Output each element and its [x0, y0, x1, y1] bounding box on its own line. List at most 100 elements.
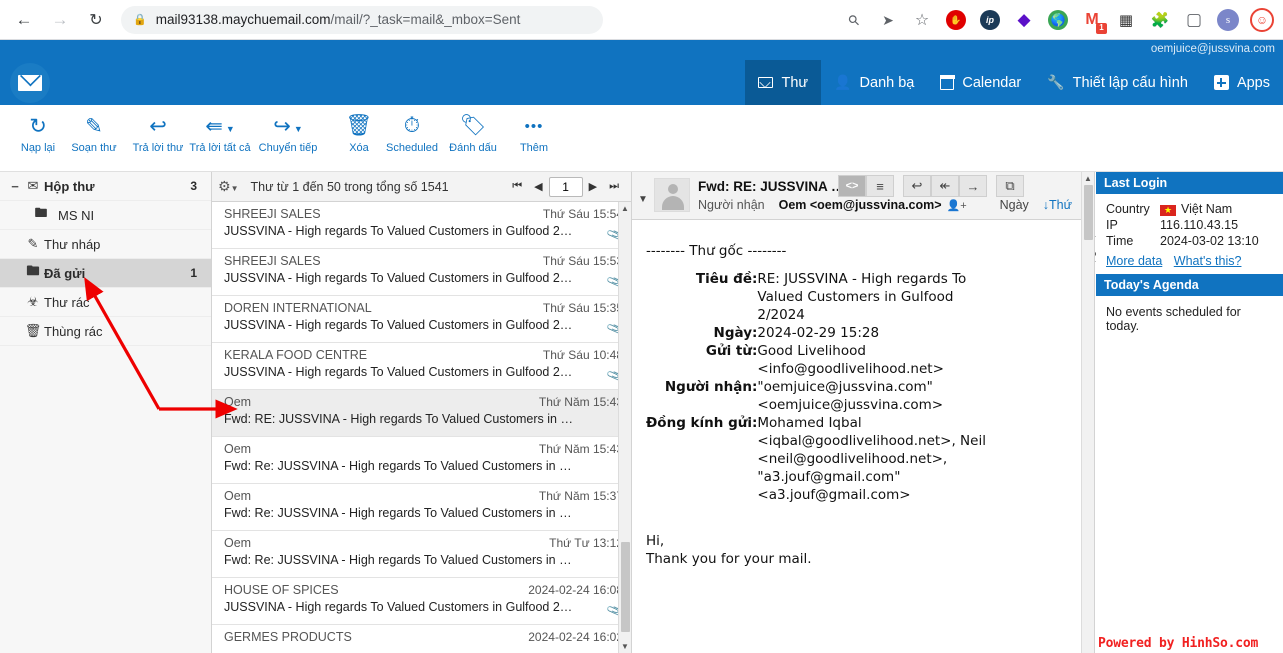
- inbox-unread-count: 3: [190, 179, 197, 193]
- browser-back-button[interactable]: ←: [9, 5, 39, 35]
- view-source-icon[interactable]: <>: [838, 175, 866, 197]
- user-profile-ring-icon[interactable]: ☺: [1249, 7, 1275, 33]
- drafts-pencil-icon: ✎: [27, 236, 39, 251]
- browser-reload-button[interactable]: ↻: [81, 5, 111, 35]
- nav-tab-settings[interactable]: 🔧 Thiết lập cấu hình: [1034, 60, 1201, 105]
- column-date[interactable]: Ngày: [1000, 198, 1029, 212]
- message-sender: HOUSE OF SPICES: [224, 583, 339, 597]
- sidebar-item-drafts[interactable]: ✎ Thư nháp: [0, 230, 211, 259]
- prev-page-button[interactable]: ◀: [528, 180, 548, 193]
- scrollbar-thumb[interactable]: [621, 542, 630, 632]
- message-list-scrollbar[interactable]: ▲ ▼: [618, 202, 631, 653]
- sidepanel-icon[interactable]: ▢: [1181, 7, 1207, 33]
- time-value: 2024-03-02 13:10: [1160, 234, 1259, 248]
- nav-tab-calendar-label: Calendar: [962, 74, 1022, 91]
- table-row[interactable]: Oem Thứ Tư 13:12 Fwd: Re: JUSSVINA - High…: [212, 531, 631, 578]
- key-icon[interactable]: ⚲: [841, 7, 867, 33]
- header-value-to: "oemjuice@jussvina.com" <oemjuice@jussvi…: [757, 379, 944, 413]
- header-key-subject: Tiêu đề:: [695, 271, 758, 287]
- add-contact-icon[interactable]: 👤+: [947, 199, 967, 212]
- table-row[interactable]: HOUSE OF SPICES 2024-02-24 16:08 JUSSVINA…: [212, 578, 631, 625]
- chevron-down-icon[interactable]: ▼: [638, 194, 648, 205]
- table-row: Ngày: 2024-02-29 15:28: [646, 324, 997, 342]
- message-subject: JUSSVINA - High regards To Valued Custom…: [224, 318, 573, 332]
- view-text-icon[interactable]: ≡: [866, 175, 894, 197]
- adblock-icon[interactable]: ✋: [943, 7, 969, 33]
- open-new-window-icon[interactable]: ⧉: [996, 175, 1024, 197]
- country-label: Country: [1106, 202, 1150, 216]
- forward-arrow-icon: →: [51, 9, 69, 29]
- sidebar-item-trash[interactable]: 🗑 Thùng rác: [0, 317, 211, 346]
- reply-icon[interactable]: ↩: [903, 175, 931, 197]
- whats-this-link[interactable]: What's this?: [1174, 254, 1242, 268]
- table-row[interactable]: SHREEJI SALES Thứ Sáu 15:54 JUSSVINA - Hi…: [212, 202, 631, 249]
- table-row[interactable]: GERMES PRODUCTS 2024-02-24 16:02: [212, 625, 631, 653]
- nav-tab-apps-label: Apps: [1236, 74, 1270, 91]
- more-button[interactable]: ••• Thêm: [498, 111, 570, 155]
- table-row[interactable]: DOREN INTERNATIONAL Thứ Sáu 15:35 JUSSVIN…: [212, 296, 631, 343]
- first-page-button[interactable]: ⏮: [506, 180, 528, 193]
- scroll-down-icon[interactable]: ▼: [619, 640, 631, 653]
- table-row[interactable]: Oem Thứ Năm 15:43 Fwd: RE: JUSSVINA - Hig…: [212, 390, 631, 437]
- message-subject: Fwd: Re: JUSSVINA - High regards To Valu…: [224, 506, 572, 520]
- sidebar-item-ms-ni-label: MS NI: [58, 207, 95, 223]
- puzzle-extensions-icon[interactable]: 🧩: [1147, 7, 1173, 33]
- url-path: /mail/?_task=mail&_mbox=Sent: [330, 12, 521, 27]
- forward-icon[interactable]: →: [959, 175, 987, 197]
- reply-all-icon[interactable]: ↞: [931, 175, 959, 197]
- scroll-up-icon[interactable]: ▲: [1082, 172, 1094, 185]
- message-subject: JUSSVINA - High regards To Valued Custom…: [224, 224, 573, 238]
- last-page-button[interactable]: ⏭: [603, 180, 625, 193]
- agenda-title: Today's Agenda: [1096, 274, 1283, 296]
- forward-button[interactable]: ↪ ▼ Chuyển tiếp: [252, 111, 324, 155]
- browser-forward-button[interactable]: →: [45, 5, 75, 35]
- nav-tab-apps[interactable]: Apps: [1201, 60, 1283, 105]
- message-body: -------- Thư gốc -------- Tiêu đề: RE: J…: [632, 220, 1081, 653]
- sidebar-item-ms-ni[interactable]: 🖿 MS NI: [0, 201, 211, 230]
- page-number-input[interactable]: [548, 176, 583, 197]
- nav-tab-contacts-label: Danh bạ: [859, 74, 915, 91]
- bookmark-star-icon[interactable]: ☆: [909, 7, 935, 33]
- nav-tab-mail[interactable]: Thư: [745, 60, 822, 105]
- scrollbar-thumb[interactable]: [1084, 185, 1093, 240]
- refresh-icon: ↻: [29, 114, 47, 138]
- webmail-header: oemjuice@jussvina.com Thư 👤 Danh bạ Cale…: [0, 40, 1283, 105]
- more-data-link[interactable]: More data: [1106, 254, 1162, 268]
- sidebar-item-inbox[interactable]: − ✉ Hộp thư 3: [0, 172, 211, 201]
- table-row[interactable]: SHREEJI SALES Thứ Sáu 15:53 JUSSVINA - Hi…: [212, 249, 631, 296]
- ip-extension-icon[interactable]: ip: [977, 7, 1003, 33]
- table-row[interactable]: Oem Thứ Năm 15:37 Fwd: Re: JUSSVINA - Hig…: [212, 484, 631, 531]
- send-icon[interactable]: ➤: [875, 7, 901, 33]
- sidebar-item-junk[interactable]: ☣ Thư rác: [0, 288, 211, 317]
- original-message-divider: -------- Thư gốc --------: [646, 243, 787, 259]
- preview-scrollbar[interactable]: ▲: [1081, 172, 1094, 653]
- reply-all-button[interactable]: ⇚ ▼ Trả lời tất cả: [184, 111, 256, 155]
- preview-subject: Fwd: RE: JUSSVINA …: [698, 179, 845, 194]
- diamond-extension-icon[interactable]: ◆: [1011, 7, 1037, 33]
- table-row: Người nhận: "oemjuice@jussvina.com" <oem…: [646, 378, 997, 414]
- table-row[interactable]: KERALA FOOD CENTRE Thứ Sáu 10:48 JUSSVINA…: [212, 343, 631, 390]
- collapse-toggle-icon[interactable]: −: [8, 179, 22, 194]
- table-row: Đồng kính gửi: Mohamed Iqbal <iqbal@good…: [646, 414, 997, 504]
- profile-avatar[interactable]: s: [1215, 7, 1241, 33]
- table-row[interactable]: Oem Thứ Năm 15:43 Fwd: Re: JUSSVINA - Hig…: [212, 437, 631, 484]
- gmail-icon[interactable]: M 1: [1079, 7, 1107, 34]
- nav-tab-calendar[interactable]: Calendar: [927, 60, 1034, 105]
- next-page-button[interactable]: ▶: [583, 180, 603, 193]
- original-headers-table: Tiêu đề: RE: JUSSVINA - High regards To …: [646, 270, 997, 504]
- message-date: Thứ Năm 15:37: [538, 489, 623, 503]
- gear-options-icon[interactable]: ⚙▼: [218, 178, 238, 195]
- message-subject: Fwd: Re: JUSSVINA - High regards To Valu…: [224, 459, 572, 473]
- nav-tab-contacts[interactable]: 👤 Danh bạ: [821, 60, 927, 105]
- address-bar[interactable]: 🔒 mail93138.maychuemail.com/mail/?_task=…: [121, 5, 603, 34]
- sidebar-item-sent[interactable]: 🖿 Đã gửi 1: [0, 259, 211, 288]
- qr-code-icon[interactable]: ▦: [1113, 7, 1139, 33]
- scroll-up-icon[interactable]: ▲: [619, 202, 631, 215]
- message-date: Thứ Sáu 10:48: [542, 348, 623, 362]
- column-weekday[interactable]: ↓Thứ: [1043, 198, 1072, 212]
- main-navigation: Thư 👤 Danh bạ Calendar 🔧 Thiết lập cấu h…: [745, 60, 1283, 105]
- header-key-from: Gửi từ:: [705, 343, 758, 359]
- globe-extension-icon[interactable]: 🌎: [1045, 7, 1071, 33]
- compose-button[interactable]: ✎ Soạn thư: [58, 111, 130, 155]
- refresh-label: Nạp lại: [20, 142, 56, 154]
